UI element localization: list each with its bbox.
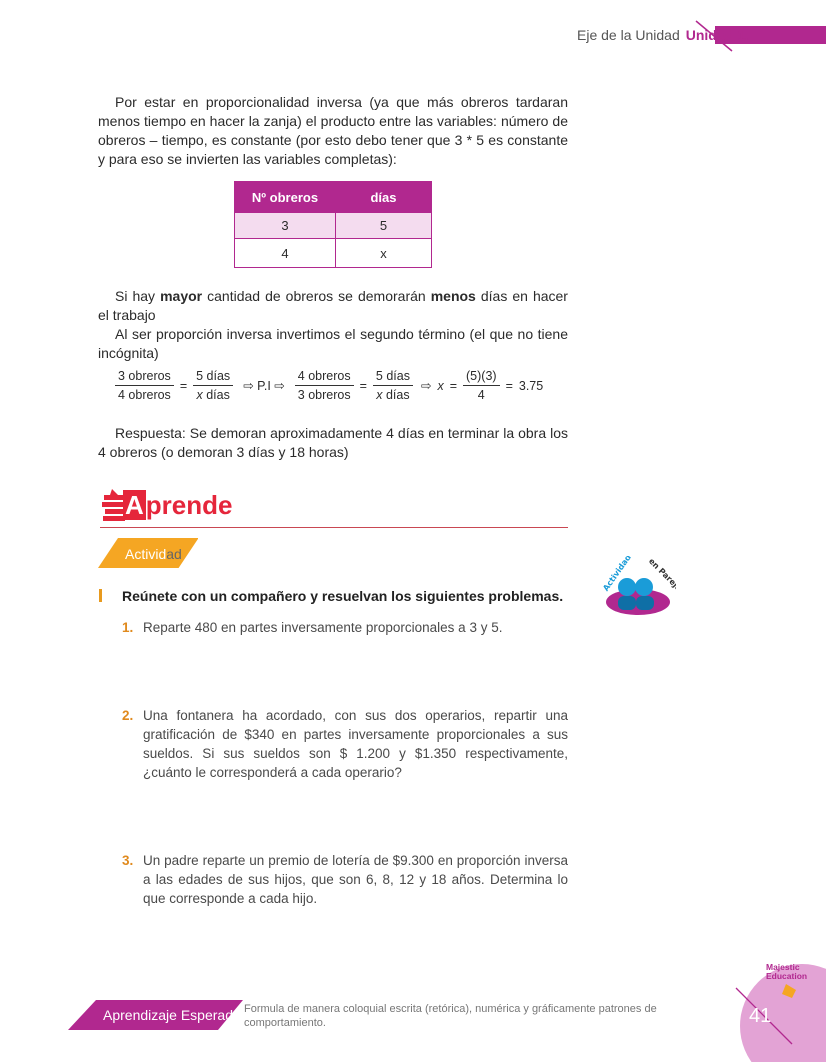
fraction: 5 días x días: [372, 369, 413, 402]
denominator: x días: [193, 386, 232, 402]
aprende-heading: Aprende: [123, 490, 232, 521]
arrow-icon: ⇨: [420, 379, 432, 393]
pairs-activity-badge-icon: Actividad en Parejas: [601, 556, 676, 615]
table-row: 4 x: [234, 238, 432, 268]
table-cell: 4: [234, 238, 336, 268]
activity-label-part: ad: [166, 546, 182, 562]
table-cell: 3: [234, 212, 336, 239]
text-run: Si hay: [115, 288, 161, 304]
numerator: (5)(3): [463, 369, 500, 386]
problem-item: 2. Una fontanera ha acordado, con sus do…: [122, 706, 568, 782]
brand-line: Education: [766, 971, 808, 981]
table-header-row: Nº obreros días: [234, 181, 432, 213]
problem-number: 3.: [122, 853, 134, 868]
publisher-logo: Majestic Education: [766, 963, 807, 981]
fraction: 5 días x días: [193, 369, 234, 402]
numerator: 3 obreros: [115, 369, 174, 386]
fraction: 3 obreros 4 obreros: [115, 369, 174, 402]
table-row: 3 5: [234, 212, 432, 239]
proportion-table: Nº obreros días 3 5 4 x: [234, 181, 432, 268]
denominator: 4: [477, 388, 485, 402]
activity-instruction: Reúnete con un compañero y resuelvan los…: [122, 588, 564, 604]
problem-number: 1.: [122, 620, 134, 635]
unit: días: [202, 388, 230, 402]
table-cell: 5: [335, 212, 432, 239]
numerator: 4 obreros: [294, 369, 354, 386]
intro-paragraph: Por estar en proporcionalidad inversa (y…: [98, 94, 568, 167]
denominator: x días: [373, 386, 412, 402]
explanation-paragraph-1: Si hay mayor cantidad de obreros se demo…: [98, 287, 568, 325]
footer-description: Formula de manera coloquial escrita (ret…: [244, 1003, 657, 1029]
aprende-initial: A: [123, 490, 146, 520]
header-title: Eje de la Unidad Unidad 1.: [577, 27, 749, 43]
unit: días: [382, 388, 410, 402]
problem-text: Reparte 480 en partes inversamente propo…: [143, 620, 503, 635]
equals-sign: =: [359, 378, 367, 393]
activity-label-part: Activid: [125, 546, 167, 562]
table-header-cell: días: [335, 181, 432, 213]
footer-label-part: Aprendiza: [103, 1007, 167, 1023]
text-run: cantidad de obreros se demorarán: [202, 288, 431, 304]
header-prefix: Eje de la Unidad: [577, 27, 680, 43]
bold-word-mayor: mayor: [160, 288, 203, 304]
variable: x: [437, 378, 444, 393]
inverse-proportion-arrow: ⇨ P.I ⇨: [243, 379, 285, 393]
problem-item: 1. Reparte 480 en partes inversamente pr…: [122, 618, 568, 637]
table-cell: x: [335, 238, 432, 268]
answer-paragraph: Respuesta: Se demoran aproximadamente 4 …: [98, 425, 568, 460]
activity-label: Actividad: [125, 546, 182, 562]
equation: 3 obreros 4 obreros = 5 días x días ⇨ P.I …: [115, 369, 543, 402]
aprende-rest: prende: [145, 490, 233, 520]
section-divider: [100, 527, 568, 528]
header-unit: Unidad 1.: [685, 27, 749, 43]
footer-label-part: je Esperado:: [166, 1007, 245, 1023]
denominator: 4 obreros: [118, 388, 171, 402]
fraction: (5)(3) 4: [463, 369, 500, 402]
equals-sign: =: [505, 378, 513, 393]
table-header-cell: Nº obreros: [234, 181, 336, 213]
result-value: 3.75: [518, 378, 544, 393]
footer-label: Aprendizaje Esperado:: [103, 1007, 245, 1023]
denominator: 3 obreros: [297, 388, 351, 402]
explanation-paragraph-2: Al ser proporción inversa invertimos el …: [98, 326, 568, 361]
problem-item: 3. Un padre reparte un premio de lotería…: [122, 851, 568, 908]
problem-number: 2.: [122, 708, 134, 723]
equals-sign: =: [449, 378, 457, 393]
page-number: 41: [749, 1005, 772, 1027]
problem-text: Un padre reparte un premio de lotería de…: [143, 853, 568, 906]
numerator: 5 días: [193, 369, 234, 386]
problem-text: Una fontanera ha acordado, con sus dos o…: [143, 708, 568, 780]
fraction: 4 obreros 3 obreros: [294, 369, 354, 402]
instruction-marker: [99, 589, 102, 602]
numerator: 5 días: [372, 369, 413, 386]
bold-word-menos: menos: [430, 288, 476, 304]
equals-sign: =: [179, 378, 188, 393]
